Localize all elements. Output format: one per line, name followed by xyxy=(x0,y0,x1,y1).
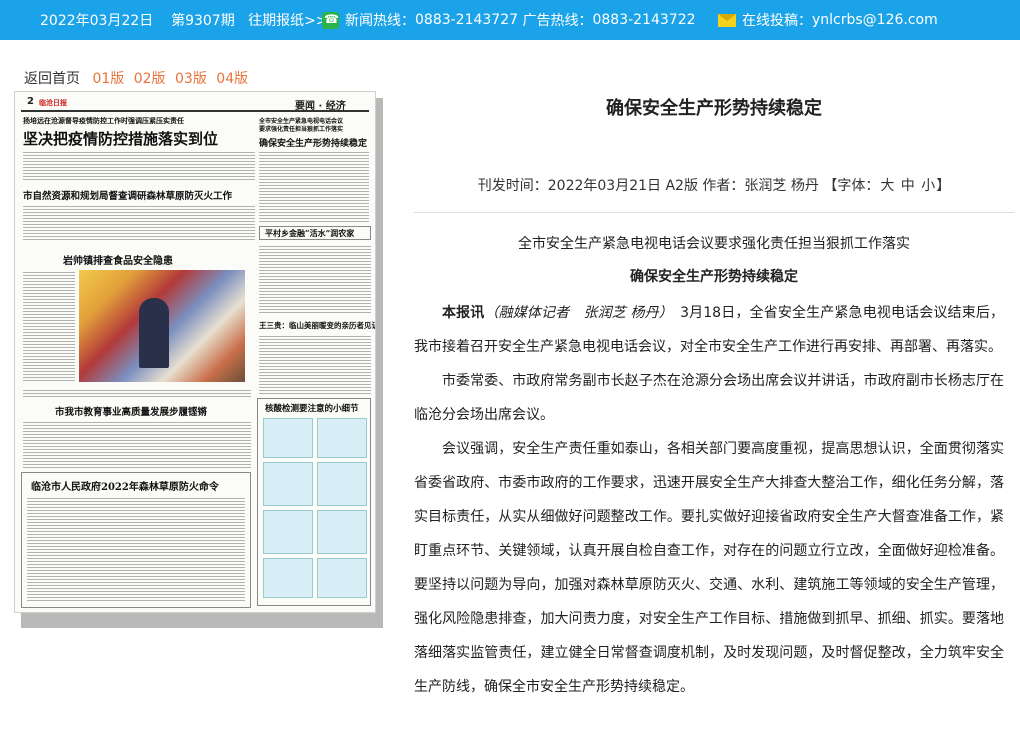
article-body: 本报讯（融媒体记者 张润芝 杨丹） 3月18日，全省安全生产紧急电视电话会议结束… xyxy=(414,296,1004,704)
paper-page-number: 2 xyxy=(27,96,34,107)
publish-date: 2022年03月21日 xyxy=(547,178,662,194)
font-size-small[interactable]: 小 xyxy=(921,178,935,194)
page-nav: 返回首页 01版 02版 03版 04版 xyxy=(24,68,253,88)
paper-text-block xyxy=(23,388,251,398)
lead-dateline: 本报讯 xyxy=(442,305,485,321)
paper-headline-6[interactable]: 市我市教育事业高质量发展步履铿锵 xyxy=(55,404,207,418)
hotline-number: 0883-2143727 xyxy=(415,12,519,28)
article-meta: 刊发时间：2022年03月21日 A2版 作者：张润芝 杨丹 【字体：大 中 小… xyxy=(414,175,1014,195)
paper-text-block xyxy=(259,244,371,314)
font-size-label: 【字体： xyxy=(823,178,880,194)
paper-headline-right[interactable]: 确保安全生产形势持续稳定 xyxy=(259,136,367,149)
paper-photo xyxy=(79,270,245,382)
paper-illustration xyxy=(317,462,367,506)
authors: 张润芝 杨丹 xyxy=(744,178,819,194)
author-label: 作者： xyxy=(702,178,745,194)
paper-illustration xyxy=(263,510,313,554)
paper-kicker-right-2[interactable]: 要求强化责任担当狠抓工作落实 xyxy=(259,124,343,133)
article-subhead: 全市安全生产紧急电视电话会议要求强化责任担当狠抓工作落实 xyxy=(518,236,910,252)
paper-kicker-1[interactable]: 扬培远在沧源督导疫情防控工作时强调压紧压实责任 xyxy=(23,116,184,126)
top-bar: 2022年03月22日 第9307期 往期报纸>> 新闻热线： 0883-214… xyxy=(0,0,1020,40)
paper-headline-8[interactable]: 临沧市人民政府2022年森林草原防火命令 xyxy=(31,478,219,493)
paper-illustration xyxy=(317,558,367,598)
paper-text-block xyxy=(23,270,75,382)
article-subtitle: 确保安全生产形势持续稳定 xyxy=(630,269,798,285)
paper-headline-2[interactable]: 市自然资源和规划局督查调研森林草原防灭火工作 xyxy=(23,188,232,202)
version-link-01[interactable]: 01版 xyxy=(92,71,124,87)
paper-headline-1[interactable]: 坚决把疫情防控措施落实到位 xyxy=(23,128,218,149)
paper-text-block xyxy=(259,334,371,394)
paper-illustration xyxy=(263,418,313,458)
issue-date: 2022年03月22日 xyxy=(40,13,154,29)
paper-column-head: 要闻 · 经济 xyxy=(295,101,346,112)
newspaper-page-thumbnail[interactable]: 2 临沧日报 要闻 · 经济 扬培远在沧源督导疫情防控工作时强调压紧压实责任 坚… xyxy=(14,91,376,613)
paper-text-block xyxy=(23,150,255,180)
paper-text-block xyxy=(27,496,245,602)
paper-headline-4[interactable]: 岩帅镇排查食品安全隐患 xyxy=(63,252,173,267)
ad-hotline-label: 广告热线： xyxy=(522,13,593,29)
paper-masthead: 临沧日报 xyxy=(39,99,67,107)
article-paragraph-3: 会议强调，安全生产责任重如泰山，各相关部门要高度重视，提高思想认识，全面贯彻落实… xyxy=(414,441,1004,695)
paper-illustration xyxy=(317,418,367,458)
hotline-info: 新闻热线： 0883-2143727 广告热线： 0883-2143722 xyxy=(322,10,696,30)
envelope-icon xyxy=(718,13,736,27)
home-link[interactable]: 返回首页 xyxy=(24,71,80,87)
version-link-02[interactable]: 02版 xyxy=(134,71,166,87)
version-link-03[interactable]: 03版 xyxy=(175,71,207,87)
phone-icon xyxy=(322,11,339,29)
hotline-label: 新闻热线： xyxy=(345,13,415,29)
issue-info: 2022年03月22日 第9307期 往期报纸>> xyxy=(40,10,328,30)
paper-headline-7[interactable]: 核酸检测要注意的小细节 xyxy=(265,402,359,414)
submission-email[interactable]: ynlcrbs@126.com xyxy=(812,12,938,28)
issue-number: 第9307期 xyxy=(171,13,235,29)
font-size-medium[interactable]: 中 xyxy=(901,178,915,194)
lead-reporter: （融媒体记者 张润芝 杨丹） xyxy=(484,305,666,321)
version-link-04[interactable]: 04版 xyxy=(216,71,248,87)
publish-label: 刊发时间： xyxy=(477,178,548,194)
article-paragraph-2: 市委常委、市政府常务副市长赵子杰在沧源分会场出席会议并讲话，市政府副市长杨志厅在… xyxy=(414,373,1004,423)
ad-hotline-number: 0883-2143722 xyxy=(592,12,696,28)
paper-illustration xyxy=(263,462,313,506)
submission-label: 在线投稿： xyxy=(742,13,812,29)
paper-text-block xyxy=(23,420,251,468)
paper-headline-5[interactable]: 王三贵：临山美丽暖变的亲历者见证者 xyxy=(259,320,375,331)
paper-headline-3[interactable]: 平村乡金融“活水”润农家 xyxy=(265,228,354,239)
article-divider xyxy=(414,212,1014,213)
paper-text-block xyxy=(259,150,369,222)
article-title: 确保安全生产形势持续稳定 xyxy=(606,98,822,119)
past-issues-link[interactable]: 往期报纸>> xyxy=(248,13,327,29)
font-size-close: 】 xyxy=(936,178,951,194)
paper-text-block xyxy=(23,204,255,240)
paper-illustration xyxy=(317,510,367,554)
submission-info: 在线投稿： ynlcrbs@126.com xyxy=(718,10,938,30)
paper-illustration xyxy=(263,558,313,598)
article-paragraph-1: 本报讯（融媒体记者 张润芝 杨丹） 3月18日，全省安全生产紧急电视电话会议结束… xyxy=(414,296,1004,364)
edition: A2版 xyxy=(665,178,698,194)
font-size-large[interactable]: 大 xyxy=(880,178,894,194)
